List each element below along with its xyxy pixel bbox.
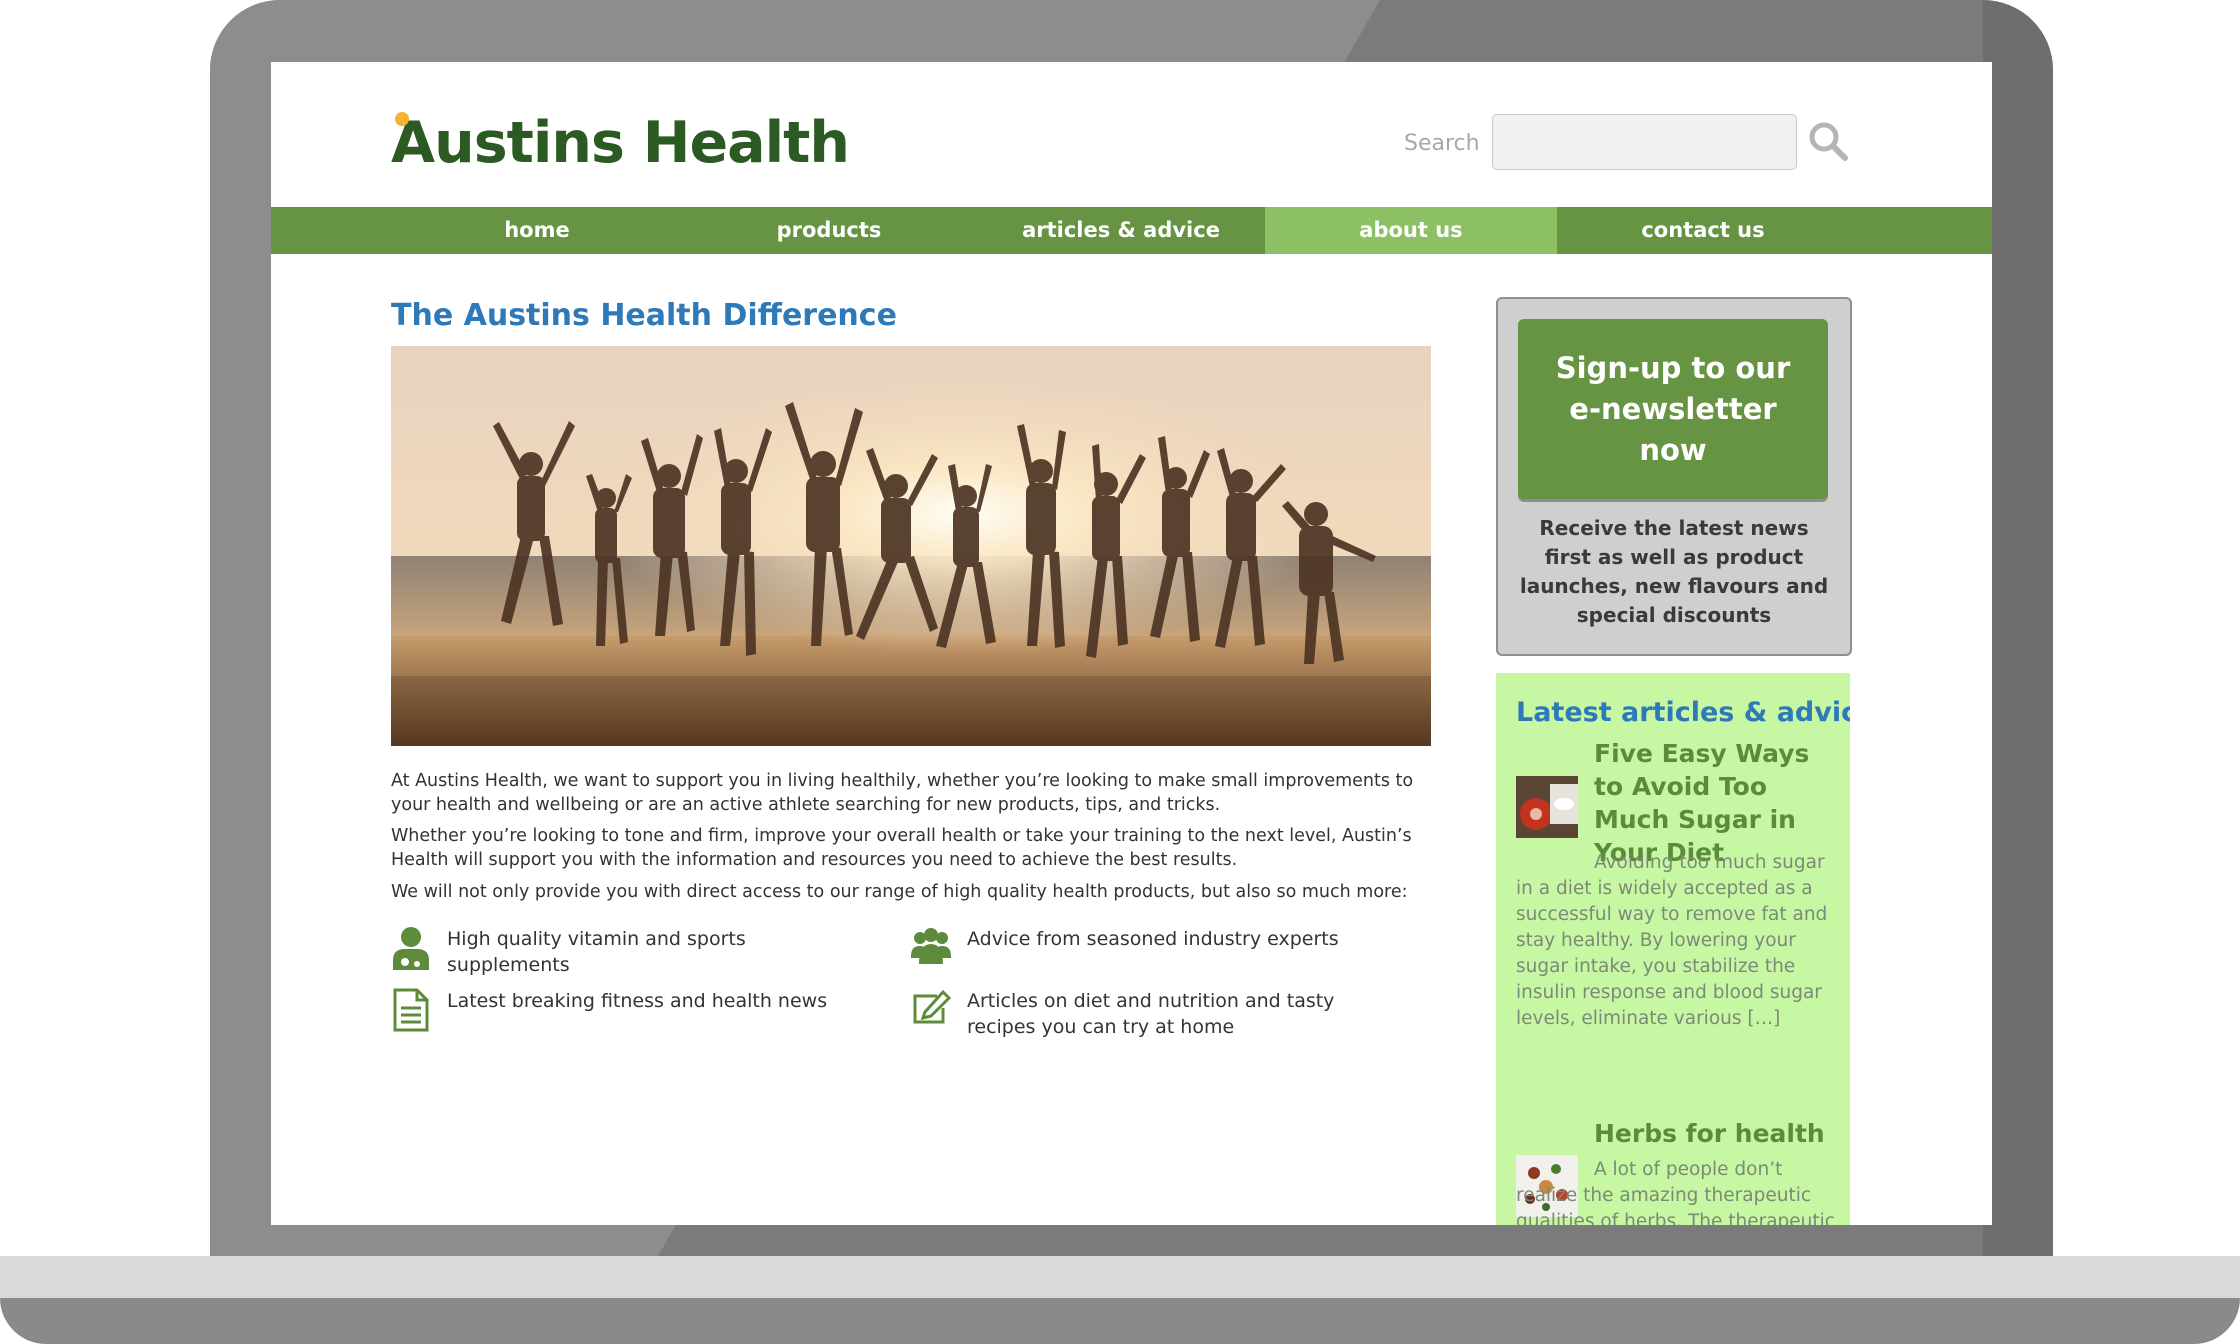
nav-item-contact-us[interactable]: contact us — [1557, 207, 1849, 254]
feature-item: Advice from seasoned industry experts — [911, 926, 1391, 964]
article-thumbnail[interactable] — [1516, 776, 1578, 838]
feature-text: High quality vitamin and sports suppleme… — [447, 928, 746, 976]
edit-icon — [913, 989, 951, 1024]
doctor-icon — [393, 927, 429, 970]
article-excerpt: Avoiding too much sugar in a diet is wid… — [1516, 852, 1828, 1029]
article-title-link[interactable]: Herbs for health — [1594, 1117, 1834, 1150]
search-label: Search — [1404, 131, 1480, 156]
intro-paragraph-2: Whether you’re looking to tone and firm,… — [391, 826, 1412, 870]
feature-text: Advice from seasoned industry experts — [967, 928, 1339, 950]
article-excerpt: A lot of people don’t realize the amazin… — [1516, 1159, 1835, 1225]
page-title: The Austins Health Difference — [391, 298, 897, 333]
site-logo[interactable]: Austins Health — [391, 110, 850, 176]
nav-item-products[interactable]: products — [683, 207, 975, 254]
feature-text: Latest breaking fitness and health news — [447, 990, 828, 1012]
search-icon[interactable] — [1806, 119, 1850, 163]
newsletter-signup-button[interactable]: Sign-up to our e-newsletter now — [1518, 319, 1828, 499]
document-icon — [393, 988, 429, 1032]
hero-image — [391, 346, 1431, 746]
feature-item: Articles on diet and nutrition and tasty… — [911, 988, 1391, 1038]
laptop-base — [0, 1256, 2240, 1298]
feature-text: Articles on diet and nutrition and tasty… — [967, 990, 1335, 1038]
logo-sun-icon — [395, 112, 409, 126]
laptop-base-bottom — [0, 1298, 2240, 1344]
website-screen: Austins Health Search home products arti… — [271, 62, 1992, 1225]
newsletter-description: Receive the latest news first as well as… — [1519, 516, 1829, 627]
newsletter-signup-box: Sign-up to our e-newsletter now Receive … — [1496, 297, 1852, 656]
main-navigation: home products articles & advice about us… — [271, 207, 1992, 254]
feature-item: Latest breaking fitness and health news — [391, 988, 871, 1032]
nav-item-about-us[interactable]: about us — [1265, 207, 1557, 254]
laptop-lid-edge — [1983, 0, 2053, 1262]
intro-paragraph-1: At Austins Health, we want to support yo… — [391, 771, 1414, 815]
latest-articles-panel: Latest articles & advice Five Easy Ways … — [1496, 673, 1850, 1225]
feature-item: High quality vitamin and sports suppleme… — [391, 926, 871, 976]
search-input[interactable] — [1492, 114, 1797, 170]
intro-paragraph-3: We will not only provide you with direct… — [391, 882, 1408, 902]
latest-articles-heading: Latest articles & advice — [1516, 697, 1850, 728]
newsletter-signup-label: Sign-up to our e-newsletter now — [1555, 350, 1791, 467]
group-icon — [911, 928, 951, 964]
nav-item-articles[interactable]: articles & advice — [975, 207, 1267, 254]
nav-item-home[interactable]: home — [391, 207, 683, 254]
